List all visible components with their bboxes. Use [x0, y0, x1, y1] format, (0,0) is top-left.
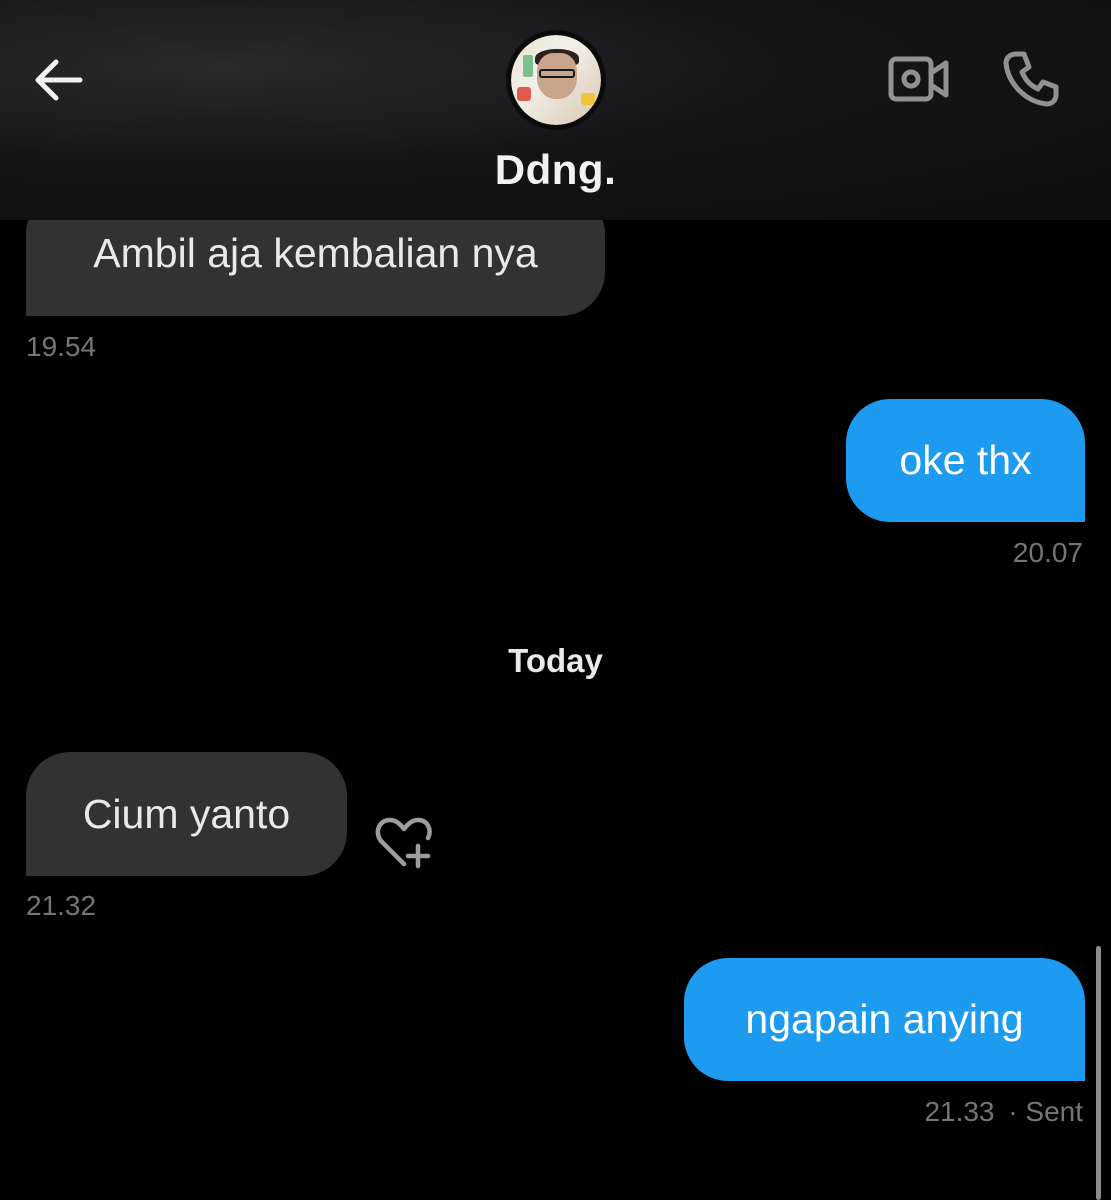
message-bubble-outgoing[interactable]: oke thx: [846, 399, 1085, 522]
message-timestamp: 21.32: [26, 890, 97, 921]
message-text: Cium yanto: [82, 790, 291, 837]
contact-avatar[interactable]: [506, 30, 606, 130]
message-timestamp: 19.54: [26, 331, 97, 362]
phone-call-icon: [1003, 51, 1059, 107]
date-divider: Today: [508, 642, 603, 679]
message-timestamp: 20.07: [1012, 537, 1083, 568]
phone-call-button[interactable]: [998, 48, 1064, 110]
add-reaction-button[interactable]: [370, 814, 440, 874]
conversation-header: Ddng.: [0, 0, 1111, 220]
scrollbar[interactable]: [1096, 946, 1101, 1200]
contact-name[interactable]: Ddng.: [0, 146, 1111, 194]
video-call-icon: [888, 56, 949, 102]
back-arrow-icon: [35, 59, 83, 101]
heart-plus-icon: [375, 817, 432, 869]
back-button[interactable]: [28, 52, 88, 108]
message-bubble-outgoing[interactable]: ngapain anying: [684, 958, 1085, 1081]
message-meta: 21.33 · Sent: [924, 1096, 1083, 1128]
message-timestamp: 21.33: [924, 1096, 995, 1127]
message-bubble-incoming[interactable]: Cium yanto: [26, 752, 347, 876]
message-text: ngapain anying: [745, 996, 1024, 1042]
avatar-image: [511, 35, 601, 125]
video-call-button[interactable]: [886, 50, 952, 108]
message-text: oke thx: [899, 437, 1032, 483]
message-status: · Sent: [1008, 1096, 1083, 1127]
message-text: Ambil aja kembalian nya: [93, 230, 538, 276]
